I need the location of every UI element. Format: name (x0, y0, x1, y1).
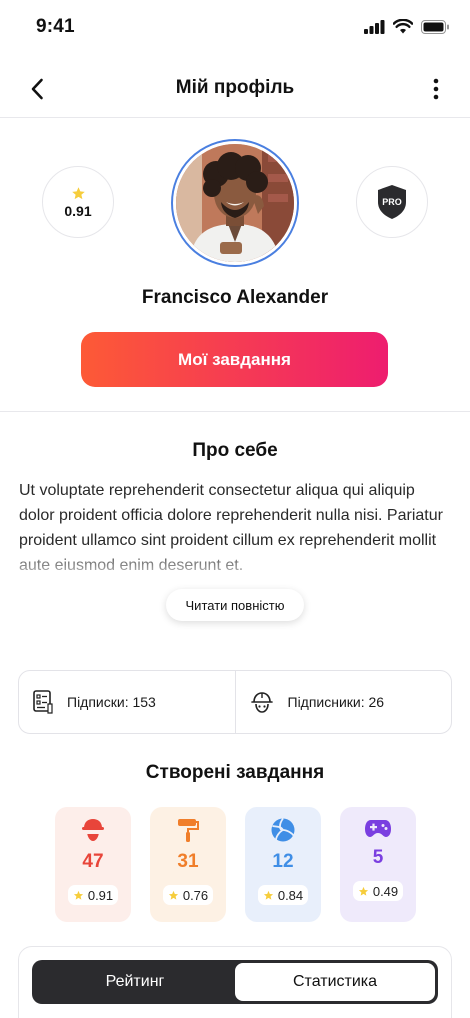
created-tasks-title: Створені завдання (145, 762, 325, 783)
category-rating-value: 0.76 (182, 887, 209, 903)
avatar-photo (176, 144, 294, 262)
segmented-tabs: Рейтинг Статистика (32, 960, 438, 1004)
volleyball-icon (271, 817, 295, 842)
section-divider (0, 411, 470, 412)
category-rating: 0.84 (257, 885, 309, 905)
category-rating: 0.49 (352, 881, 404, 901)
tab-rating[interactable]: Рейтинг (35, 963, 235, 1001)
pro-badge: PRO (356, 166, 428, 238)
about-title: Про себе (192, 440, 278, 461)
task-categories: 47 0.91 31 0.76 12 0.84 5 0.49 (55, 807, 416, 922)
category-rating-value: 0.49 (372, 883, 399, 899)
category-count: 12 (272, 851, 294, 872)
profile-name: Francisco Alexander (141, 287, 329, 308)
category-count: 5 (372, 847, 384, 868)
paint-roller-icon (178, 819, 199, 842)
gamepad-icon (365, 820, 391, 837)
worker-helmet-icon (82, 819, 104, 841)
category-card-construction[interactable]: 47 0.91 (55, 807, 131, 922)
subscriptions-card: Підписки: 153 Підписники: 26 (18, 670, 452, 734)
category-rating-value: 0.91 (87, 887, 114, 903)
star-icon (71, 186, 85, 199)
category-rating: 0.91 (67, 885, 119, 905)
status-bar: 9:41 (0, 0, 470, 56)
wifi-icon (393, 19, 413, 34)
more-button[interactable] (424, 74, 448, 104)
avatar-ring (171, 139, 299, 267)
pro-badge-label: PRO (382, 197, 402, 207)
category-rating-value: 0.84 (277, 887, 304, 903)
status-time: 9:41 (36, 16, 75, 37)
status-icons (364, 19, 450, 34)
followers-label: Підписники: 26 (287, 694, 385, 710)
avatar[interactable] (176, 144, 294, 262)
category-rating: 0.76 (162, 885, 214, 905)
nav-bar: Мій профіль (0, 60, 470, 118)
more-vertical-icon (433, 78, 439, 100)
category-count: 31 (177, 851, 199, 872)
category-card-painting[interactable]: 31 0.76 (150, 807, 226, 922)
rating-stats-card: Рейтинг Статистика (18, 946, 452, 1018)
category-card-sports[interactable]: 12 0.84 (245, 807, 321, 922)
read-more-button[interactable]: Читати повністю (166, 589, 304, 621)
category-card-games[interactable]: 5 0.49 (340, 807, 416, 922)
battery-icon (421, 19, 449, 34)
subscriptions-list-icon (33, 690, 53, 714)
user-rating: 0.91 (42, 166, 114, 238)
cellular-signal-icon (364, 19, 385, 34)
subscriptions-label: Підписки: 153 (67, 694, 156, 710)
my-tasks-button[interactable]: Мої завдання (81, 332, 388, 387)
star-icon (263, 890, 273, 900)
subscriptions-item[interactable]: Підписки: 153 (19, 671, 235, 733)
star-icon (73, 890, 83, 900)
star-icon (358, 886, 368, 896)
star-icon (168, 890, 178, 900)
tab-statistics[interactable]: Статистика (235, 963, 435, 1001)
category-count: 47 (82, 851, 104, 872)
page-title: Мій профіль (175, 77, 295, 98)
followers-helmet-icon (250, 692, 273, 713)
rating-value: 0.91 (64, 202, 92, 219)
followers-item[interactable]: Підписники: 26 (234, 671, 452, 733)
